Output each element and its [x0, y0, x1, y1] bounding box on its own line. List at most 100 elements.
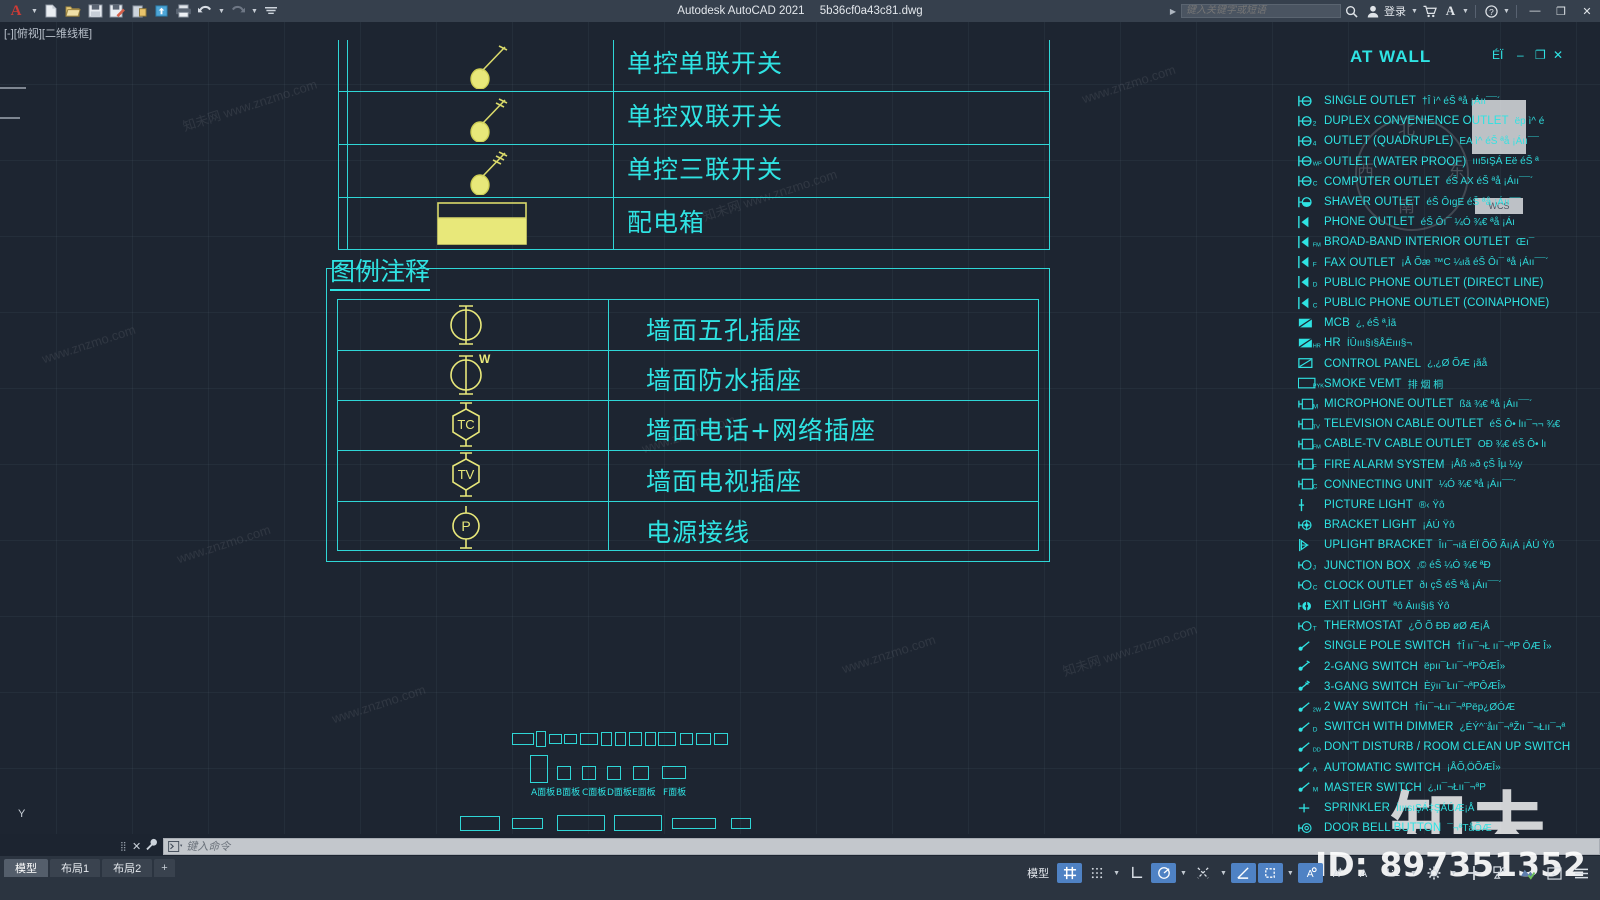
hardware-acceleration-icon[interactable]	[1461, 863, 1486, 883]
cloud-sync-icon[interactable]	[151, 2, 171, 20]
clean-screen-icon[interactable]	[1542, 863, 1567, 883]
annotation-scale-value[interactable]: 1:1	[1379, 867, 1406, 879]
ortho-mode-icon[interactable]	[1124, 863, 1149, 883]
legend-row[interactable]: FM CABLE-TV CABLE OUTLET OÐ ¾€ éŠ Ô• lı	[1294, 434, 1600, 454]
user-avatar-icon[interactable]	[1362, 0, 1383, 22]
legend-row[interactable]: 3-GANG SWITCH Èÿıı¯Łıı¯¬ªPÔÆÎ»	[1294, 677, 1600, 697]
legend-panel-minimize-icon[interactable]: –	[1517, 48, 1524, 62]
layout-tab-model[interactable]: 模型	[4, 859, 48, 877]
undo-caret-icon[interactable]: ▼	[217, 2, 226, 20]
legend-row[interactable]: 2-GANG SWITCH ëpıı¯Łıı¯¬ªPÔÆÎ»	[1294, 657, 1600, 677]
legend-row[interactable]: M MICROPHONE OUTLET ßä ¾€ ªå ¡Áıı¯¯´	[1294, 394, 1600, 414]
legend-row[interactable]: UPLIGHT BRACKET Îıı¯¬ıã ÉÏ ÕÕ Ãı¡Á ¡ÁÚ Ÿô	[1294, 535, 1600, 555]
customization-icon[interactable]	[1569, 863, 1594, 883]
viewport-label[interactable]: [-][俯视][二维线框]	[4, 25, 92, 41]
undo-icon[interactable]	[195, 2, 215, 20]
help-caret-icon[interactable]: ▼	[1502, 2, 1511, 20]
autodesk-caret-icon[interactable]: ▼	[1461, 2, 1470, 20]
legend-row[interactable]: BRACKET LIGHT ¡ÁÚ Ÿô	[1294, 515, 1600, 535]
app-menu-button[interactable]: A	[4, 2, 28, 20]
search-input[interactable]	[1181, 4, 1341, 18]
polar-tracking-icon[interactable]	[1151, 863, 1177, 883]
snap-mode-icon[interactable]	[1084, 863, 1109, 883]
legend-row[interactable]: DD DON'T DISTURB / ROOM CLEAN UP SWITCH	[1294, 737, 1600, 757]
redo-caret-icon[interactable]: ▼	[250, 2, 259, 20]
legend-row[interactable]: TV TELEVISION CABLE OUTLET éŠ Ô• lıı¯¬¬ ¾€	[1294, 414, 1600, 434]
wrench-icon[interactable]	[145, 838, 163, 854]
customize-qat-icon[interactable]	[261, 2, 281, 20]
legend-row[interactable]: F FIRE ALARM SYSTEM ¡Åß »ð çŠ Îµ ¼y	[1294, 455, 1600, 475]
legend-row[interactable]: SHAVER OUTLET éŠ ÔıgE éŠ ªå ¡Áıı¯¯	[1294, 192, 1600, 212]
store-cart-icon[interactable]	[1419, 0, 1440, 22]
isolate-objects-icon[interactable]	[1488, 863, 1513, 883]
status-model-label[interactable]: 模型	[1021, 865, 1055, 881]
open-file-icon[interactable]	[63, 2, 83, 20]
legend-row[interactable]: SINGLE POLE SWITCH †Î ıı¯¬Ł ıı¯¬ªP ÔÆ Î»	[1294, 636, 1600, 656]
login-label[interactable]: 登录	[1383, 3, 1410, 19]
annotation-visibility-icon[interactable]: A	[1297, 863, 1323, 883]
layout-tab-layout1[interactable]: 布局1	[50, 859, 101, 877]
legend-panel-restore-icon[interactable]: ÉÏ	[1492, 48, 1503, 62]
legend-row[interactable]: MCB ¿‚ éŠ ª‚Ìã	[1294, 313, 1600, 333]
legend-row[interactable]: EXIT LIGHT ªô Áııı§ı§ Ÿô	[1294, 596, 1600, 616]
graphics-performance-icon[interactable]	[1515, 863, 1540, 883]
command-line-close-icon[interactable]: ✕	[128, 840, 145, 853]
scale-caret-icon[interactable]: ▼	[1408, 870, 1419, 877]
legend-row[interactable]: C COMPUTER OUTLET éŠ AX éŠ ªå ¡Áıı¯¯´	[1294, 172, 1600, 192]
grid-display-icon[interactable]	[1057, 863, 1083, 883]
osnap-caret-icon[interactable]: ▼	[1218, 870, 1229, 877]
save-file-icon[interactable]	[85, 2, 105, 20]
search-expand-icon[interactable]: ▶	[1165, 7, 1181, 16]
legend-row[interactable]: 2 DUPLEX CONVENIENCE OUTLET ëp ì^ é	[1294, 111, 1600, 131]
legend-row[interactable]: C PUBLIC PHONE OUTLET (COINAPHONE)	[1294, 293, 1600, 313]
legend-row[interactable]: HR HR ÍÛııı§ı§ÅËııı§¬	[1294, 333, 1600, 353]
legend-row[interactable]: C CONNECTING UNIT ¼Ó ¾€ ªå ¡Áıı¯¯´	[1294, 475, 1600, 495]
polar-caret-icon[interactable]: ▼	[1178, 870, 1189, 877]
help-icon[interactable]: ?	[1481, 0, 1502, 22]
snap-caret-icon[interactable]: ▼	[1111, 870, 1122, 877]
legend-row[interactable]: D PUBLIC PHONE OUTLET (DIRECT LINE)	[1294, 273, 1600, 293]
save-as-icon[interactable]	[107, 2, 127, 20]
autodesk-logo-icon[interactable]: A	[1440, 0, 1461, 22]
app-menu-caret-icon[interactable]: ▼	[30, 2, 39, 20]
legend-row[interactable]: T THERMOSTAT ¿Õ Õ ÐÐ øØ Æ¡Å	[1294, 616, 1600, 636]
object-snap-tracking-icon[interactable]	[1230, 863, 1256, 883]
autoscale-icon[interactable]: A	[1325, 863, 1350, 883]
command-line-grip[interactable]: ⣿	[120, 841, 128, 852]
legend-row[interactable]: F FAX OUTLET ¡Å Õæ ™C ¼ıã éŠ Ôı¯ ªå ¡Áıı¯¯…	[1294, 253, 1600, 273]
legend-row[interactable]: 2W 2 WAY SWITCH †Îıı¯¬Łıı¯¬ªPëp¿ØÓÆ	[1294, 697, 1600, 717]
object-snap-icon[interactable]	[1191, 863, 1216, 883]
drawing-canvas[interactable]: [-][俯视][二维线框] www.znzmo.com 知未网 www.znzm…	[0, 22, 1600, 834]
minimize-button[interactable]: —	[1522, 0, 1548, 22]
legend-row[interactable]: A AUTOMATIC SWITCH ¡ÅÕ‚ÖÕÆÎ»	[1294, 758, 1600, 778]
legend-row[interactable]: CONTROL PANEL ¿‚¿Ø ÕÆ ¡ãå	[1294, 354, 1600, 374]
new-file-icon[interactable]	[41, 2, 61, 20]
login-caret-icon[interactable]: ▼	[1410, 2, 1419, 20]
legend-row[interactable]: C CLOCK OUTLET ðı çŠ éŠ ªå ¡Áıı¯¯´	[1294, 576, 1600, 596]
export-icon[interactable]	[129, 2, 149, 20]
legend-row[interactable]: PYK SMOKE VEMT 排 烟 桐	[1294, 374, 1600, 394]
legend-row[interactable]: WP OUTLET (WATER PROOF) ııı5ıŞÁ Eë éŠ ª	[1294, 152, 1600, 172]
workspace-gear-icon[interactable]	[1421, 863, 1446, 883]
workspace-caret-icon[interactable]: ▼	[1448, 870, 1459, 877]
legend-row[interactable]: SINGLE OUTLET †Î ì^ éŠ ªå ¡Áıı¯¯´	[1294, 91, 1600, 111]
legend-row[interactable]: 4 OUTLET (QUADRUPLE) EA ì^ éŠ ªå ¡Áıı¯¯	[1294, 131, 1600, 151]
maximize-button[interactable]: ❐	[1548, 0, 1574, 22]
legend-panel-close-icon[interactable]: ✕	[1553, 48, 1563, 62]
plot-icon[interactable]	[173, 2, 193, 20]
legend-row[interactable]: FM BROAD-BAND INTERIOR OUTLET Œı¯	[1294, 232, 1600, 252]
layout-tab-add[interactable]: +	[154, 859, 175, 877]
legend-row[interactable]: PHONE OUTLET éŠ Ôı¯ ¼Ó ¾€ ªå ¡Áı	[1294, 212, 1600, 232]
legend-row[interactable]: M MASTER SWITCH ¿‚ıı¯¬Łıı¯¬ªP	[1294, 778, 1600, 798]
command-prompt-icon[interactable]	[164, 840, 186, 852]
search-icon[interactable]	[1341, 0, 1362, 22]
legend-row[interactable]: SPRINKLER ÍııısıŞÁ‡ŞÁÚÆ¡Å	[1294, 798, 1600, 818]
legend-panel-maximize-icon[interactable]: ❐	[1535, 48, 1546, 62]
annotation-scale-icon[interactable]: A	[1352, 863, 1377, 883]
redo-icon[interactable]	[228, 2, 248, 20]
legend-row[interactable]: DOOR BELL BUTTON ¯¬ªTåÕÆ	[1294, 818, 1600, 834]
legend-row[interactable]: PICTURE LIGHT ®‹ Ÿô	[1294, 495, 1600, 515]
legend-row[interactable]: D SWITCH WITH DIMMER ¿ÉÝ^¨åıı¯¬ªŽıı ¯¬Łıı¯…	[1294, 717, 1600, 737]
dynamic-ucs-icon[interactable]	[1257, 863, 1283, 883]
layout-tab-layout2[interactable]: 布局2	[102, 859, 153, 877]
